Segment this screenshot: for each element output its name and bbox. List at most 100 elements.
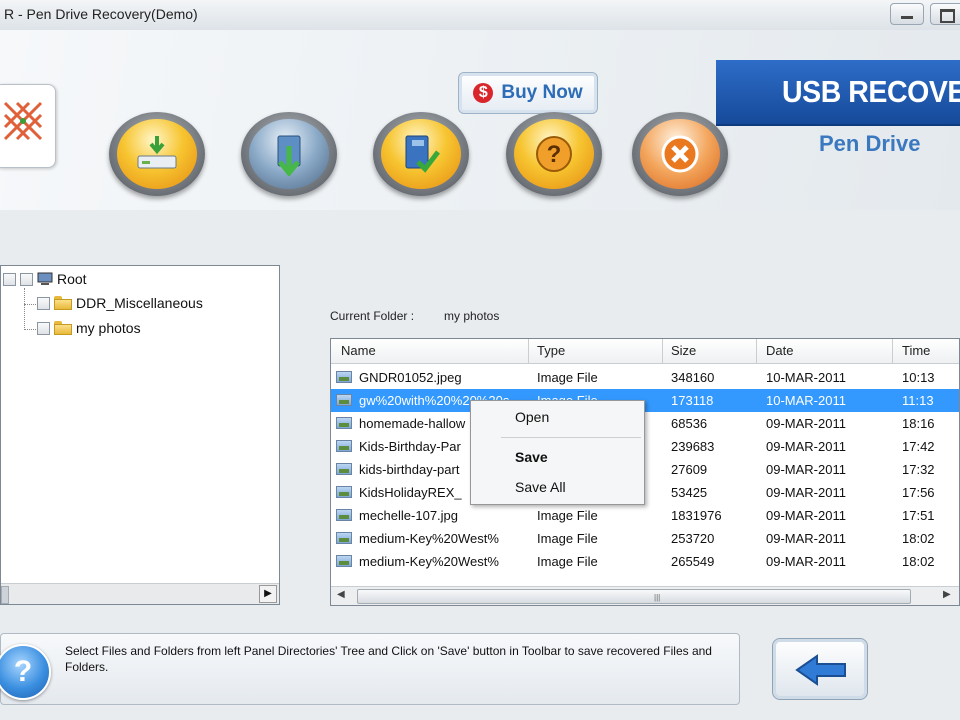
- status-bar: ? Select Files and Folders from left Pan…: [0, 633, 740, 705]
- tree-node-my-photos[interactable]: my photos: [37, 320, 141, 336]
- file-row-selected[interactable]: gw%20with%20%20%20s Image File 173118 10…: [331, 389, 959, 412]
- help-icon: ?: [536, 136, 572, 172]
- image-file-icon: [336, 463, 352, 475]
- image-file-icon: [336, 509, 352, 521]
- file-time: 17:56: [902, 485, 935, 500]
- file-name: medium-Key%20West%: [359, 554, 499, 569]
- image-file-icon: [336, 440, 352, 452]
- back-button[interactable]: [772, 638, 868, 700]
- file-row[interactable]: medium-Key%20West% Image File 253720 09-…: [331, 527, 959, 550]
- app-logo: [0, 84, 56, 168]
- file-row[interactable]: medium-Key%20West% Image File 265549 09-…: [331, 550, 959, 573]
- file-row[interactable]: GNDR01052.jpeg Image File 348160 10-MAR-…: [331, 366, 959, 389]
- file-date: 09-MAR-2011: [766, 416, 846, 431]
- back-arrow-icon: [795, 654, 846, 686]
- file-row[interactable]: KidsHolidayREX_ 53425 09-MAR-2011 17:56: [331, 481, 959, 504]
- window-title: R - Pen Drive Recovery(Demo): [4, 6, 198, 22]
- tree-checkbox[interactable]: [37, 296, 50, 310]
- column-header-date[interactable]: Date: [766, 343, 793, 358]
- buy-now-button[interactable]: $ Buy Now: [458, 72, 598, 114]
- file-time: 17:32: [902, 462, 935, 477]
- exit-icon: [661, 135, 699, 173]
- file-time: 10:13: [902, 370, 935, 385]
- logo-icon: [3, 101, 43, 141]
- file-size: 265549: [671, 554, 715, 569]
- file-date: 09-MAR-2011: [766, 554, 846, 569]
- file-type: Image File: [537, 554, 598, 569]
- column-separator[interactable]: [662, 339, 663, 363]
- save-button[interactable]: [373, 112, 469, 196]
- column-header-time[interactable]: Time: [902, 343, 930, 358]
- scroll-thumb[interactable]: [1, 586, 9, 604]
- tree-checkbox[interactable]: [37, 321, 50, 335]
- column-header-name[interactable]: Name: [341, 343, 376, 358]
- image-file-icon: [336, 486, 352, 498]
- file-size: 348160: [671, 370, 715, 385]
- scroll-grip-icon: |||: [654, 593, 661, 602]
- file-size: 27609: [671, 462, 708, 477]
- context-menu-save[interactable]: Save: [515, 449, 548, 465]
- column-separator[interactable]: [756, 339, 757, 363]
- brand-title: USB RECOVERY: [782, 74, 960, 109]
- column-header-type[interactable]: Type: [537, 343, 565, 358]
- file-time: 18:02: [902, 531, 935, 546]
- file-date: 10-MAR-2011: [766, 370, 846, 385]
- context-menu-save-all[interactable]: Save All: [515, 479, 566, 495]
- column-separator[interactable]: [528, 339, 529, 363]
- open-drive-button[interactable]: [109, 112, 205, 196]
- file-list-horizontal-scrollbar[interactable]: ◀ ||| ▶: [331, 586, 959, 605]
- drive-open-icon: [137, 136, 177, 169]
- minimize-button[interactable]: [890, 3, 924, 25]
- file-row[interactable]: mechelle-107.jpg Image File 1831976 09-M…: [331, 504, 959, 527]
- folder-icon: [54, 321, 72, 335]
- title-bar: R - Pen Drive Recovery(Demo): [0, 0, 960, 31]
- svg-text:?: ?: [547, 141, 562, 168]
- scroll-thumb[interactable]: |||: [357, 589, 911, 604]
- file-list[interactable]: Name Type Size Date Time GNDR01052.jpeg …: [330, 338, 960, 606]
- file-date: 10-MAR-2011: [766, 393, 846, 408]
- scan-drive-button[interactable]: [241, 112, 337, 196]
- tree-horizontal-scrollbar[interactable]: ▶: [1, 583, 279, 604]
- directory-tree[interactable]: Root DDR_Miscellaneous my photos ▶: [0, 265, 280, 605]
- scroll-left-arrow-icon[interactable]: ◀: [337, 589, 345, 600]
- file-type: Image File: [537, 508, 598, 523]
- file-time: 11:13: [902, 393, 934, 408]
- scroll-right-arrow-icon[interactable]: ▶: [259, 585, 277, 603]
- image-file-icon: [336, 417, 352, 429]
- file-time: 17:51: [902, 508, 935, 523]
- tree-node-ddr-miscellaneous[interactable]: DDR_Miscellaneous: [37, 295, 203, 311]
- save-book-icon: [405, 135, 440, 173]
- tree-connector: [24, 329, 38, 330]
- file-size: 239683: [671, 439, 715, 454]
- file-date: 09-MAR-2011: [766, 485, 846, 500]
- buy-now-label: Buy Now: [501, 82, 583, 103]
- current-folder-label: Current Folder :: [330, 309, 415, 323]
- file-date: 09-MAR-2011: [766, 531, 846, 546]
- brand-subtitle: Pen Drive: [819, 131, 921, 156]
- file-row[interactable]: homemade-hallow 68536 09-MAR-2011 18:16: [331, 412, 959, 435]
- file-time: 18:16: [902, 416, 935, 431]
- tree-label: my photos: [76, 320, 141, 336]
- tree-node-root[interactable]: Root: [3, 271, 87, 287]
- maximize-button[interactable]: [930, 3, 960, 25]
- menu-divider: [501, 437, 641, 438]
- column-separator[interactable]: [892, 339, 893, 363]
- file-size: 53425: [671, 485, 708, 500]
- file-row[interactable]: Kids-Birthday-Par 239683 09-MAR-2011 17:…: [331, 435, 959, 458]
- tree-connector: [24, 288, 25, 330]
- context-menu-open[interactable]: Open: [515, 409, 549, 425]
- image-file-icon: [336, 555, 352, 567]
- file-list-header: Name Type Size Date Time: [331, 339, 959, 364]
- info-help-icon: ?: [0, 644, 51, 700]
- file-size: 68536: [671, 416, 708, 431]
- exit-button[interactable]: [632, 112, 728, 196]
- file-name: medium-Key%20West%: [359, 531, 499, 546]
- tree-checkbox[interactable]: [3, 272, 16, 286]
- tree-checkbox[interactable]: [20, 272, 33, 286]
- status-message: Select Files and Folders from left Panel…: [65, 644, 712, 674]
- scroll-right-arrow-icon[interactable]: ▶: [943, 589, 951, 600]
- column-header-size[interactable]: Size: [671, 343, 696, 358]
- help-button[interactable]: ?: [506, 112, 602, 196]
- file-row[interactable]: kids-birthday-part 27609 09-MAR-2011 17:…: [331, 458, 959, 481]
- tree-label: DDR_Miscellaneous: [76, 295, 203, 311]
